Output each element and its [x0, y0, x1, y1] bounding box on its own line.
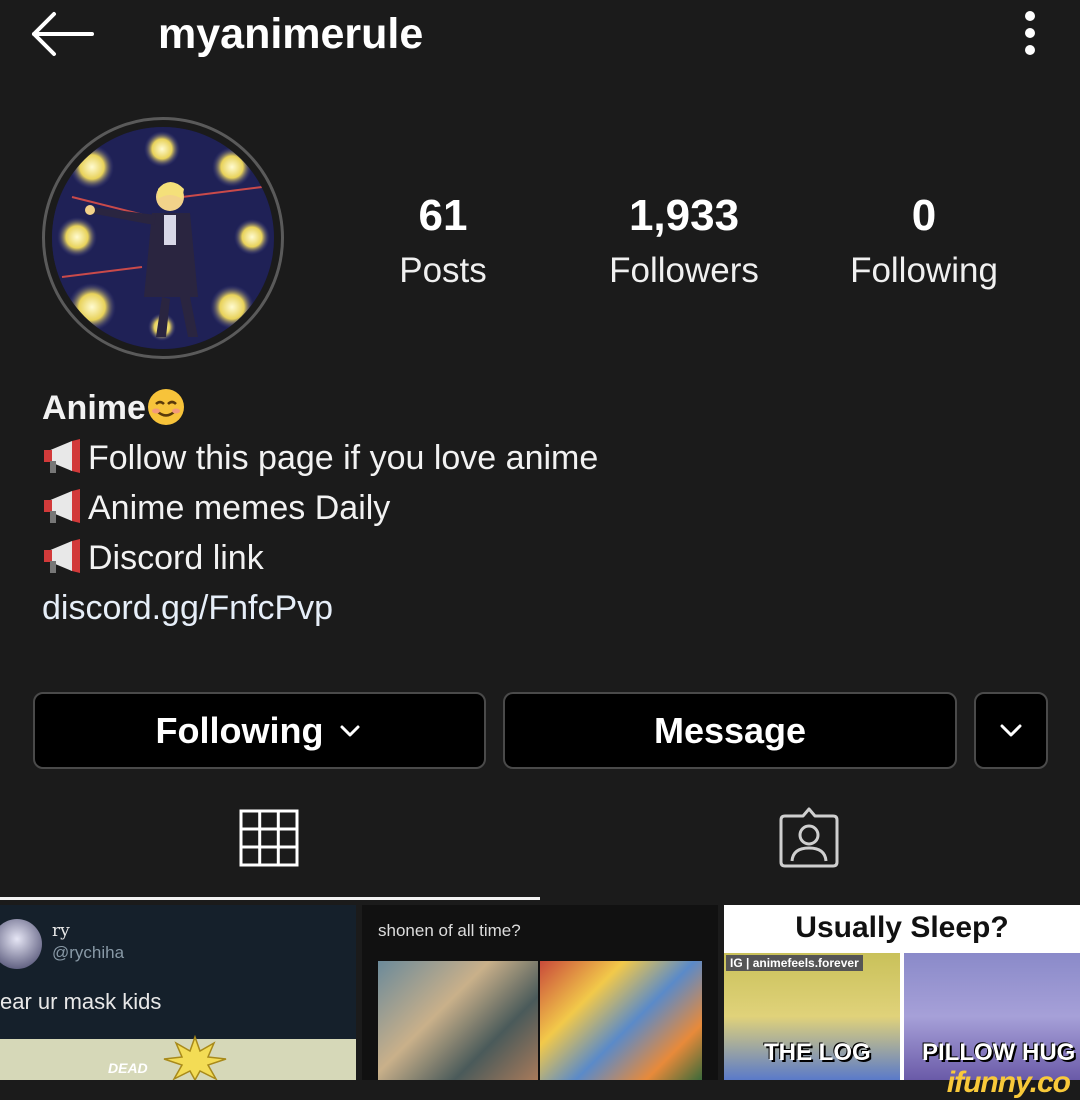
active-tab-indicator: [0, 897, 540, 900]
post-thumbnail-2[interactable]: shonen of all time?: [362, 905, 718, 1080]
burst-icon: [163, 1035, 227, 1080]
post-author-handle: @rychiha: [52, 943, 125, 962]
post-text: shonen of all time?: [378, 921, 521, 940]
profile-username: myanimerule: [158, 10, 424, 58]
more-vertical-icon: [1025, 11, 1035, 55]
post-tag: IG | animefeels.forever: [726, 955, 863, 971]
megaphone-icon: [44, 489, 80, 523]
post-thumbnail-1[interactable]: ry @rychiha ear ur mask kids DEAD: [0, 905, 356, 1080]
suggested-accounts-button[interactable]: [974, 692, 1048, 769]
post-right-caption: PILLOW HUG: [922, 1039, 1076, 1066]
post-left-caption: THE LOG: [764, 1039, 871, 1066]
bio-line-2: Anime memes Daily: [88, 489, 391, 527]
avatar-illustration: [52, 127, 274, 349]
back-button[interactable]: [28, 10, 98, 60]
post-thumbnail-3[interactable]: Usually Sleep? IG | animefeels.forever T…: [724, 905, 1080, 1080]
smiling-face-icon: [147, 389, 184, 425]
message-button[interactable]: Message: [503, 692, 957, 769]
followers-label: Followers: [609, 251, 759, 290]
posts-label: Posts: [399, 251, 487, 290]
more-options-button[interactable]: [1010, 6, 1050, 62]
message-button-label: Message: [653, 709, 807, 751]
post-image-right: [540, 961, 702, 1080]
chevron-down-icon: [1000, 724, 1022, 736]
following-button-label: Following: [155, 709, 324, 751]
profile-bio: Anime Follow this page if you love anime…: [42, 383, 598, 633]
following-stat[interactable]: 0 Following: [814, 190, 1034, 294]
avatar: [0, 919, 42, 969]
profile-display-name: Anime: [42, 389, 146, 427]
followers-count: 1,933: [628, 191, 740, 240]
megaphone-icon: [44, 539, 80, 573]
post-badge: DEAD: [108, 1060, 148, 1076]
chevron-down-icon: [340, 725, 360, 736]
posts-stat[interactable]: 61 Posts: [333, 190, 553, 294]
megaphone-icon: [44, 439, 80, 473]
bio-line-1: Follow this page if you love anime: [88, 439, 599, 477]
tab-grid[interactable]: [238, 808, 300, 873]
tagged-person-icon: [779, 807, 839, 868]
post-text: ear ur mask kids: [0, 989, 162, 1014]
grid-icon: [239, 809, 299, 867]
arrow-left-icon: [32, 12, 94, 56]
tab-tagged[interactable]: [777, 806, 841, 875]
avatar[interactable]: [52, 127, 274, 349]
bio-link[interactable]: discord.gg/FnfcPvp: [42, 583, 598, 633]
post-author-name: ry: [52, 921, 70, 941]
following-button[interactable]: Following: [33, 692, 486, 769]
bio-line-3: Discord link: [88, 539, 264, 577]
posts-count: 61: [418, 191, 468, 240]
post-image-left: [378, 961, 538, 1080]
following-label: Following: [850, 251, 998, 290]
post-title: Usually Sleep?: [795, 911, 1009, 944]
following-count: 0: [911, 191, 937, 240]
followers-stat[interactable]: 1,933 Followers: [574, 190, 794, 294]
ifunny-watermark: ifunny.co: [946, 1066, 1071, 1099]
